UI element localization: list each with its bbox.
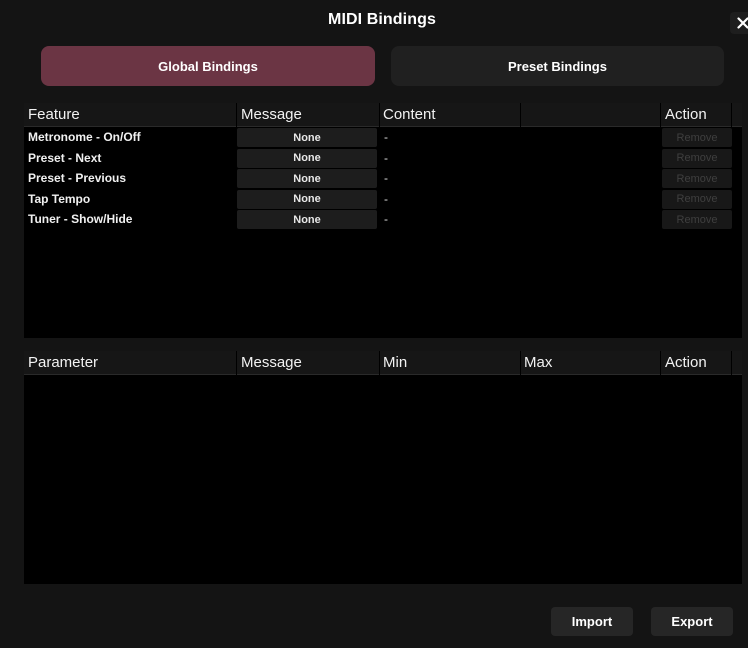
import-button[interactable]: Import: [551, 607, 633, 636]
column-header-feature: Feature: [28, 106, 80, 123]
table-row: Metronome - On/Off None - Remove: [24, 127, 742, 148]
tab-preset-bindings-label: Preset Bindings: [508, 58, 607, 74]
remove-button[interactable]: Remove: [662, 169, 732, 189]
dialog-title: MIDI Bindings: [328, 11, 436, 28]
content-value: -: [384, 150, 388, 165]
feature-name: Preset - Previous: [28, 171, 127, 186]
remove-button[interactable]: Remove: [662, 128, 732, 147]
column-header-message: Message: [241, 106, 302, 123]
export-button[interactable]: Export: [651, 607, 733, 636]
content-value: -: [384, 171, 388, 186]
feature-bindings-table: Feature Message Content Action Metronome…: [24, 103, 742, 338]
remove-button[interactable]: Remove: [662, 210, 732, 230]
remove-button[interactable]: Remove: [662, 148, 732, 168]
column-divider: [731, 103, 732, 127]
feature-name: Tuner - Show/Hide: [28, 212, 133, 227]
tab-preset-bindings[interactable]: Preset Bindings: [391, 46, 724, 86]
column-header-action: Action: [665, 354, 707, 371]
midi-bindings-dialog: MIDI Bindings Global Bindings Preset Bin…: [0, 0, 748, 648]
feature-name: Preset - Next: [28, 150, 102, 165]
content-value: -: [384, 212, 388, 227]
feature-name: Metronome - On/Off: [28, 130, 141, 144]
message-select-button[interactable]: None: [237, 210, 377, 230]
message-select-button[interactable]: None: [237, 148, 377, 168]
column-divider: [731, 351, 732, 375]
column-header-min: Min: [383, 354, 408, 371]
column-header-action: Action: [665, 106, 707, 123]
message-select-button[interactable]: None: [237, 169, 377, 189]
tab-global-bindings-label: Global Bindings: [158, 58, 258, 74]
message-select-button[interactable]: None: [237, 189, 377, 209]
column-header-content: Content: [383, 106, 436, 123]
column-header-message: Message: [241, 354, 302, 371]
close-icon: [737, 17, 748, 29]
content-value: -: [384, 191, 388, 206]
table-row: Tap Tempo None - Remove: [24, 189, 742, 210]
table-row: Tuner - Show/Hide None - Remove: [24, 209, 742, 230]
column-header-parameter: Parameter: [28, 354, 99, 371]
message-select-button[interactable]: None: [237, 128, 377, 147]
table-row: Preset - Next None - Remove: [24, 148, 742, 169]
tab-global-bindings[interactable]: Global Bindings: [41, 46, 375, 86]
feature-name: Tap Tempo: [28, 191, 91, 206]
remove-button[interactable]: Remove: [662, 189, 732, 209]
column-header-max: Max: [524, 354, 553, 371]
parameter-bindings-table: Parameter Message Min Max Action: [24, 351, 742, 584]
table-row: Preset - Previous None - Remove: [24, 168, 742, 189]
parameter-table-header: Parameter Message Min Max Action: [24, 351, 742, 375]
feature-table-header: Feature Message Content Action: [24, 103, 742, 127]
content-value: -: [384, 130, 388, 144]
close-button[interactable]: [730, 12, 748, 34]
column-divider: [520, 103, 521, 127]
